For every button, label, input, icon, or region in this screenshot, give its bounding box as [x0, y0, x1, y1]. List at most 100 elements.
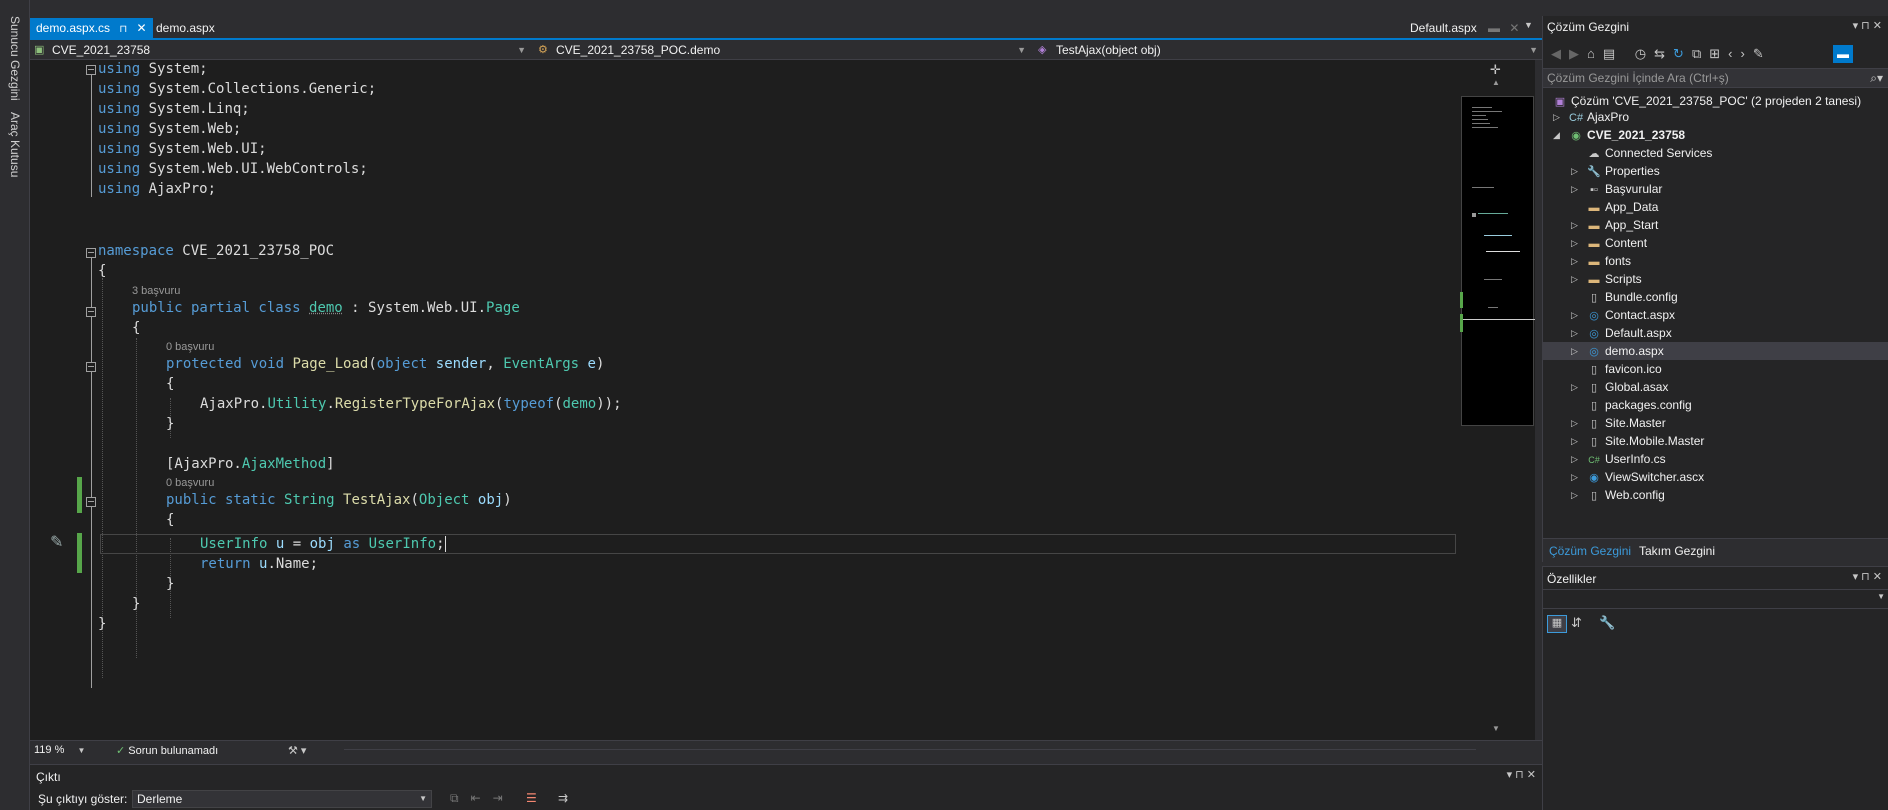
- expand-icon[interactable]: ▷: [1571, 472, 1578, 483]
- tree-item[interactable]: ▯ Web.config: [1587, 486, 1665, 504]
- project-dropdown[interactable]: ▣ CVE_2021_23758 ▼: [30, 40, 530, 60]
- categorized-icon[interactable]: ▦: [1547, 615, 1567, 633]
- expand-icon[interactable]: ▷: [1571, 274, 1578, 285]
- collapse-tree-icon[interactable]: ◢: [1553, 130, 1560, 141]
- method-reference-count[interactable]: 0 başvuru: [166, 476, 214, 490]
- class-dropdown[interactable]: ⚙ CVE_2021_23758_POC.demo ▼: [534, 40, 1030, 60]
- tree-item[interactable]: C# AjaxPro: [1569, 108, 1629, 126]
- chevron-down-icon: ▼: [1877, 592, 1885, 601]
- solution-toolbar[interactable]: ◀▶⌂▤ ◷⇆↻⧉⊞‹›✎: [1551, 46, 1772, 62]
- expand-icon[interactable]: ▷: [1571, 328, 1578, 339]
- tab-default-aspx[interactable]: Default.aspx ▬ ✕: [1404, 18, 1525, 38]
- tree-item[interactable]: C# UserInfo.cs: [1587, 450, 1665, 468]
- expand-icon[interactable]: ▷: [1571, 436, 1578, 447]
- chevron-down-icon: ▼: [517, 45, 526, 55]
- split-icon[interactable]: ✛: [1490, 62, 1501, 78]
- folder-icon: ▬: [1588, 238, 1600, 250]
- expand-icon[interactable]: ▷: [1553, 112, 1560, 123]
- expand-icon[interactable]: ▷: [1571, 346, 1578, 357]
- method-reference-count[interactable]: 0 başvuru: [166, 340, 214, 354]
- expand-icon[interactable]: ▷: [1571, 238, 1578, 249]
- panel-controls[interactable]: ▾ ⊓ ✕: [1853, 570, 1882, 583]
- expand-icon[interactable]: ▷: [1571, 310, 1578, 321]
- tab-dropdown-icon[interactable]: ▼: [1524, 20, 1533, 30]
- output-source-select[interactable]: Derleme ▼: [132, 790, 432, 808]
- scroll-up-icon[interactable]: ▲: [1492, 78, 1500, 87]
- tree-item[interactable]: ◉ CVE_2021_23758: [1569, 126, 1685, 144]
- tree-item[interactable]: ▯ Bundle.config: [1587, 288, 1678, 306]
- preview-toggle-icon[interactable]: ▬: [1833, 45, 1853, 63]
- tree-item-selected[interactable]: ◎ demo.aspx: [1587, 342, 1664, 360]
- solution-search-input[interactable]: Çözüm Gezgini İçinde Ara (Ctrl+ş) ⌕▾: [1543, 68, 1888, 88]
- output-toolbar[interactable]: ⧉⇤⇥: [450, 791, 515, 806]
- pin-icon[interactable]: ▬: [1488, 21, 1500, 35]
- tab-demo-aspx-cs[interactable]: demo.aspx.cs ⊓ ✕: [30, 18, 153, 38]
- output-source-label: Şu çıktıyı göster:: [38, 792, 128, 806]
- expand-icon[interactable]: ▷: [1571, 256, 1578, 267]
- tree-item[interactable]: ▯ Global.asax: [1587, 378, 1668, 396]
- fold-toggle[interactable]: [86, 248, 96, 258]
- member-dropdown[interactable]: ◈ TestAjax(object obj) ▼: [1034, 40, 1542, 60]
- tree-item[interactable]: ◎ Contact.aspx: [1587, 306, 1675, 324]
- horizontal-scrollbar[interactable]: [344, 749, 1476, 750]
- class-reference-count[interactable]: 3 başvuru: [132, 284, 180, 298]
- top-toolbar: [30, 0, 1888, 16]
- tree-item[interactable]: ▯ favicon.ico: [1587, 360, 1662, 378]
- aspx-file-icon: ◎: [1589, 328, 1599, 340]
- code-editor[interactable]: ✎ using System; using System.Collections…: [30, 60, 1460, 740]
- tree-item[interactable]: ☁ Connected Services: [1587, 144, 1713, 162]
- fold-toggle[interactable]: [86, 497, 96, 507]
- pin-icon[interactable]: ⊓: [119, 24, 127, 35]
- tree-item[interactable]: ▯ packages.config: [1587, 396, 1692, 414]
- alphabetical-icon[interactable]: ⇵: [1571, 615, 1582, 631]
- expand-icon[interactable]: ▷: [1571, 184, 1578, 195]
- expand-icon[interactable]: ▷: [1571, 418, 1578, 429]
- tab-solution-explorer[interactable]: Çözüm Gezgini: [1549, 544, 1631, 558]
- tree-item[interactable]: ▬ fonts: [1587, 252, 1632, 270]
- code-line: return u.Name;: [200, 556, 319, 572]
- minimap-preview[interactable]: [1461, 96, 1535, 426]
- fold-toggle[interactable]: [86, 65, 96, 75]
- expand-icon[interactable]: ▷: [1571, 166, 1578, 177]
- toolbox-tab[interactable]: Araç Kutusu: [8, 112, 22, 177]
- tree-item[interactable]: ▯ Site.Mobile.Master: [1587, 432, 1704, 450]
- tab-team-explorer[interactable]: Takım Gezgini: [1639, 544, 1715, 558]
- tab-demo-aspx[interactable]: demo.aspx: [150, 18, 221, 38]
- issues-indicator[interactable]: ✓ Sorun bulunamadı: [116, 744, 218, 757]
- csharp-file-icon: C#: [1588, 455, 1600, 465]
- method-icon: ◈: [1038, 44, 1047, 56]
- expand-icon[interactable]: ▷: [1571, 382, 1578, 393]
- sync-icon: ⇆: [1654, 46, 1674, 61]
- tree-item[interactable]: ◉ ViewSwitcher.ascx: [1587, 468, 1704, 486]
- tree-item[interactable]: ◎ Default.aspx: [1587, 324, 1672, 342]
- brush-icon[interactable]: ⚒ ▾: [288, 744, 306, 757]
- clear-all-icon[interactable]: ☰: [526, 791, 537, 805]
- tree-item[interactable]: 🔧 Properties: [1587, 162, 1660, 180]
- close-icon[interactable]: ✕: [137, 21, 147, 35]
- server-explorer-tab[interactable]: Sunucu Gezgini: [8, 16, 22, 101]
- quick-actions-icon[interactable]: ✎: [50, 532, 63, 552]
- tree-item[interactable]: ▬ Content: [1587, 234, 1648, 252]
- tree-item[interactable]: ▬ Scripts: [1587, 270, 1642, 288]
- tree-item[interactable]: ▬ App_Start: [1587, 216, 1659, 234]
- panel-controls[interactable]: ▾ ⊓ ✕: [1507, 768, 1536, 781]
- tree-item[interactable]: ▯ Site.Master: [1587, 414, 1666, 432]
- tree-item[interactable]: ▬ App_Data: [1587, 198, 1659, 216]
- code-line: }: [98, 616, 107, 632]
- expand-icon[interactable]: ▷: [1571, 490, 1578, 501]
- word-wrap-icon[interactable]: ⇉: [558, 791, 568, 805]
- minimap-scrollbar[interactable]: ✛ ▲ ▼: [1460, 60, 1535, 740]
- close-icon[interactable]: ✕: [1509, 21, 1519, 35]
- object-selector[interactable]: ▼: [1543, 589, 1888, 609]
- scroll-down-icon[interactable]: ▼: [1492, 724, 1500, 733]
- expand-icon[interactable]: ▷: [1571, 454, 1578, 465]
- expand-icon[interactable]: ▷: [1571, 220, 1578, 231]
- fold-toggle[interactable]: [86, 307, 96, 317]
- wrench-icon: 🔧: [1587, 166, 1601, 178]
- panel-controls[interactable]: ▾ ⊓ ✕: [1853, 19, 1882, 32]
- class-label: CVE_2021_23758_POC.demo: [556, 43, 721, 57]
- fold-toggle[interactable]: [86, 362, 96, 372]
- zoom-dropdown[interactable]: 119 % ▼: [34, 744, 85, 756]
- property-pages-icon[interactable]: 🔧: [1599, 615, 1615, 631]
- tree-item[interactable]: ▪▫ Başvurular: [1587, 180, 1662, 198]
